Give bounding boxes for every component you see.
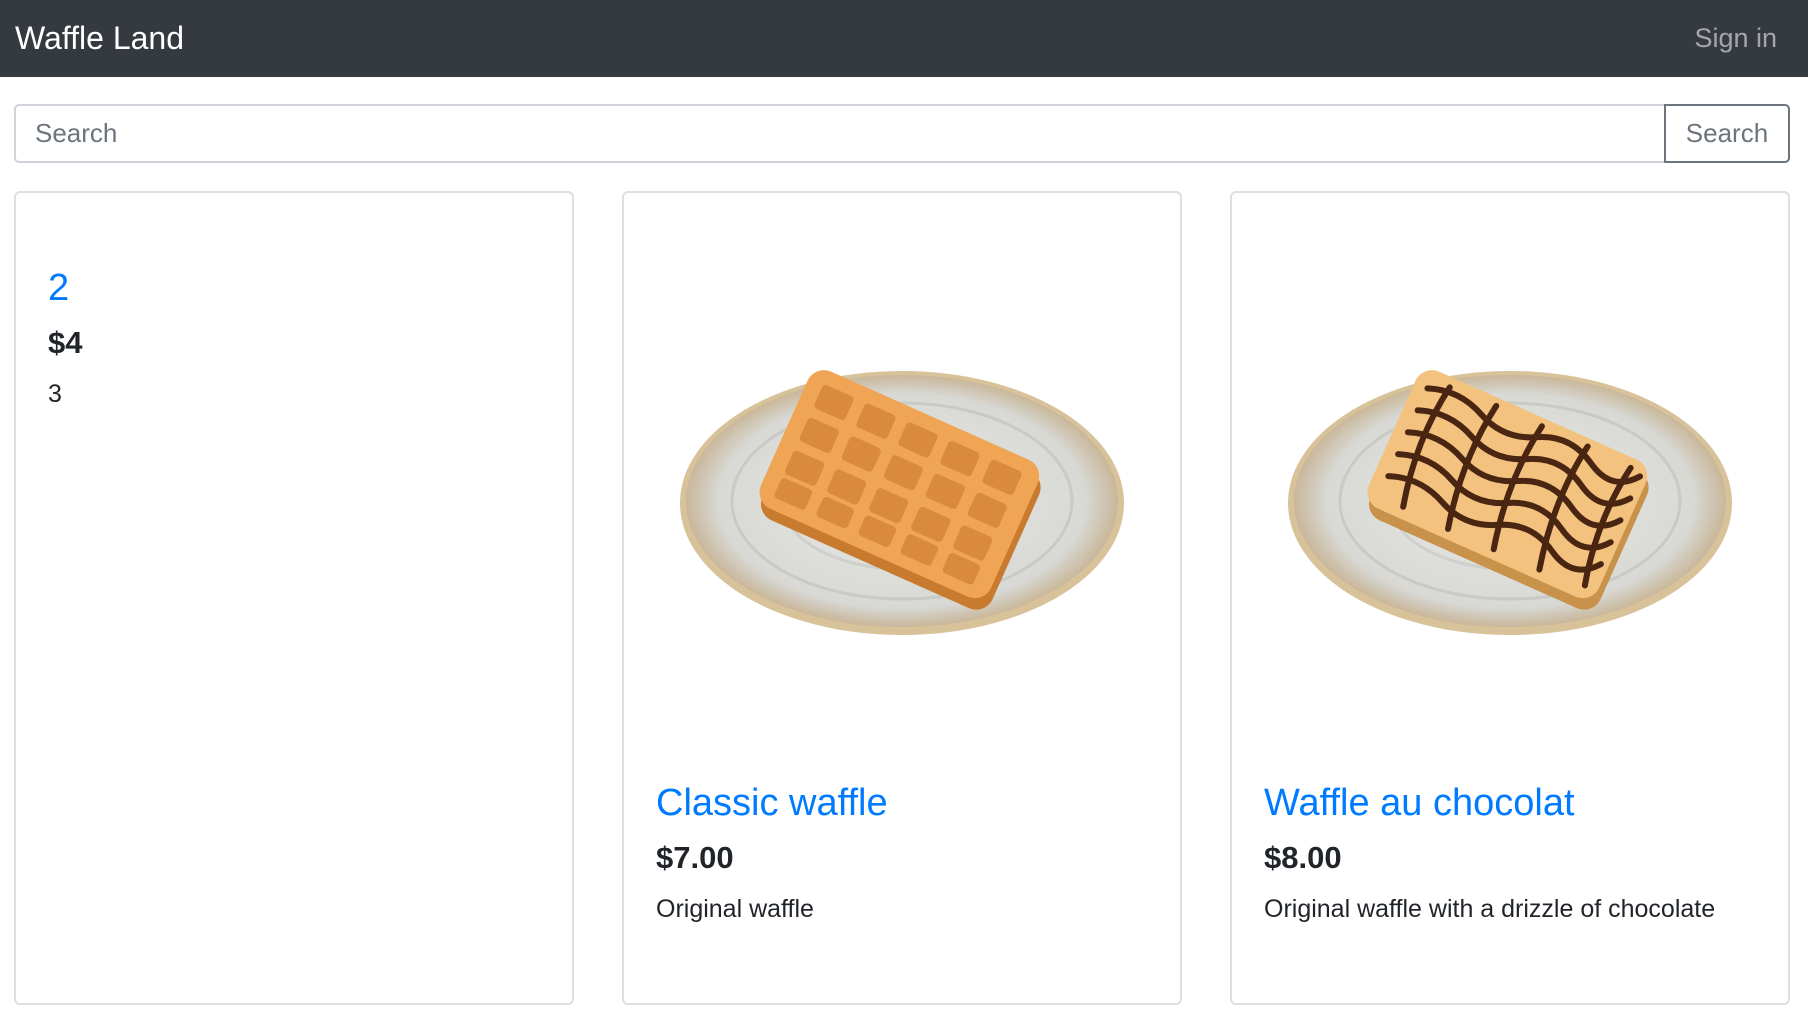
card-body: 2 $4 3	[48, 265, 540, 413]
product-title-link[interactable]: Classic waffle	[656, 780, 1148, 826]
card-body: Waffle au chocolat $8.00 Original waffle…	[1264, 780, 1756, 928]
product-title-link[interactable]: Waffle au chocolat	[1264, 780, 1756, 826]
product-card-2: Classic waffle $7.00 Original waffle	[622, 191, 1182, 1005]
waffle-au-chocolat-image	[1232, 193, 1788, 733]
product-card-3: Waffle au chocolat $8.00 Original waffle…	[1230, 191, 1790, 1005]
product-description: Original waffle	[656, 895, 814, 923]
product-price: $4	[48, 325, 83, 360]
product-price: $8.00	[1264, 840, 1342, 875]
search-button[interactable]: Search	[1664, 104, 1790, 163]
sign-in-link[interactable]: Sign in	[1694, 23, 1777, 54]
product-title-link[interactable]: 2	[48, 265, 540, 311]
classic-waffle-image	[624, 193, 1180, 733]
chocolate-waffle-plate-picture	[1288, 370, 1732, 635]
card-body: Classic waffle $7.00 Original waffle	[656, 780, 1148, 928]
product-description: Original waffle with a drizzle of chocol…	[1264, 895, 1716, 923]
product-price: $7.00	[656, 840, 734, 875]
search-form: Search	[14, 104, 1790, 163]
brand-link[interactable]: Waffle Land	[15, 20, 184, 57]
product-description: 3	[48, 380, 62, 408]
navbar: Waffle Land Sign in	[0, 0, 1808, 77]
product-card-1: 2 $4 3	[14, 191, 574, 1005]
waffle-plate-picture	[680, 370, 1124, 635]
search-input[interactable]	[14, 104, 1664, 163]
